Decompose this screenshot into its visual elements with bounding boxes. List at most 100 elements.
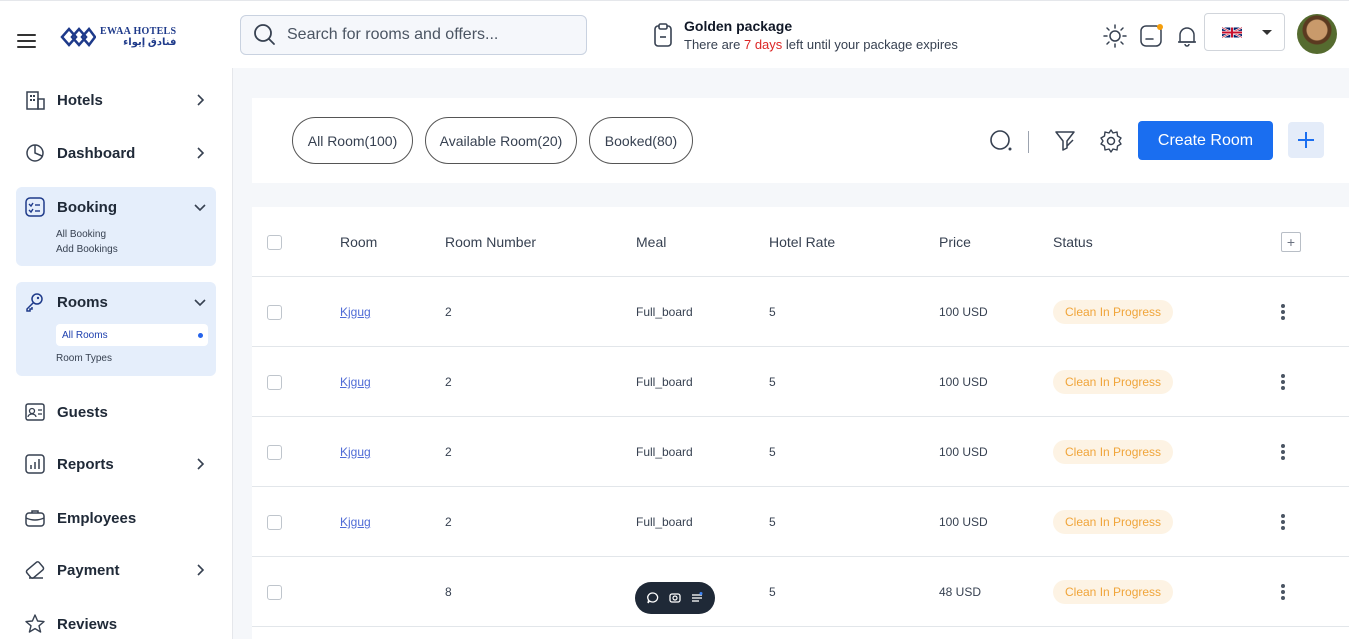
list-icon[interactable] [690,591,704,605]
col-meal[interactable]: Meal [636,207,666,277]
row-checkbox[interactable] [267,514,282,530]
search-bar[interactable] [240,15,587,55]
col-status[interactable]: Status [1053,207,1093,277]
gear-icon[interactable] [1098,128,1124,154]
price: 100 USD [939,515,988,529]
logo-text-ar: فنادق إيواء [123,37,177,48]
sun-icon[interactable] [1102,23,1128,49]
meal: Full_board [636,445,693,459]
room-number: 2 [445,375,452,389]
col-room-number[interactable]: Room Number [445,207,536,277]
sidebar-item-rooms[interactable]: Rooms [16,282,216,322]
menu-icon[interactable] [17,34,36,48]
col-price[interactable]: Price [939,207,971,277]
room-link[interactable]: Kjgug [340,445,371,459]
chevron-down-icon [1262,30,1272,35]
top-bar: EWAA HOTELS فنادق إيواء Golden package T… [0,0,1349,68]
table-row[interactable]: Kjgug 2 Full_board 5 100 USD Clean In Pr… [252,487,1349,557]
sidebar-item-booking[interactable]: Booking [16,187,216,227]
card-icon [25,561,45,579]
pie-chart-icon [26,144,44,162]
sidebar-item-guests[interactable]: Guests [16,392,216,432]
table-row[interactable]: Kjgug 2 Full_board 5 100 USD Clean In Pr… [252,277,1349,347]
more-icon[interactable] [1281,444,1285,460]
room-number: 8 [445,585,452,599]
meal: Full_board [636,515,693,529]
col-room[interactable]: Room [340,207,377,277]
room-link[interactable]: Kjgug [340,305,371,319]
row-checkbox[interactable] [267,444,282,460]
price: 100 USD [939,375,988,389]
more-icon[interactable] [1281,584,1285,600]
sidebar-sub-all-booking[interactable]: All Booking [56,227,216,242]
clipboard-icon [654,23,672,47]
filter-icon[interactable] [1052,128,1078,154]
meal: Full_board [636,305,693,319]
filter-bar: All Room(100) Available Room(20) Booked(… [252,98,1349,183]
sidebar-item-employees[interactable]: Employees [16,498,216,538]
sidebar-sub-room-types[interactable]: Room Types [56,351,216,366]
chevron-down-icon [194,204,206,212]
row-checkbox[interactable] [267,584,282,600]
package-notice: Golden package There are 7 days left unt… [653,18,958,52]
hotel-rate: 5 [769,585,776,599]
more-icon[interactable] [1281,374,1285,390]
filter-available-rooms[interactable]: Available Room(20) [425,117,577,164]
table-header: Room Room Number Meal Hotel Rate Price S… [252,207,1349,277]
sidebar-sub-add-bookings[interactable]: Add Bookings [56,242,216,257]
report-icon [25,454,45,474]
select-all-checkbox[interactable] [267,234,282,250]
logo-mark-icon [60,27,96,47]
sidebar-item-reviews[interactable]: Reviews [16,604,216,639]
more-icon[interactable] [1281,304,1285,320]
chevron-right-icon [197,147,205,159]
search-input[interactable] [287,26,567,44]
room-link[interactable]: Kjgug [340,375,371,389]
col-hotel-rate[interactable]: Hotel Rate [769,207,835,277]
filter-all-rooms[interactable]: All Room(100) [292,117,413,164]
row-checkbox[interactable] [267,304,282,320]
chat-icon[interactable] [1138,23,1164,49]
checklist-icon [25,197,45,217]
hotel-rate: 5 [769,445,776,459]
sidebar-item-dashboard[interactable]: Dashboard [16,133,216,173]
filter-booked[interactable]: Booked(80) [589,117,693,164]
status-badge: Clean In Progress [1053,300,1174,324]
comment-icon[interactable] [646,591,660,605]
sidebar-sub-all-rooms[interactable]: All Rooms [56,324,208,346]
hotel-rate: 5 [769,305,776,319]
chevron-down-icon [194,299,206,307]
avatar[interactable] [1297,14,1337,54]
status-badge: Clean In Progress [1053,370,1174,394]
table-row[interactable]: 8 5 48 USD Clean In Progress [252,557,1349,627]
bell-icon[interactable] [1174,23,1200,49]
price: 100 USD [939,445,988,459]
active-dot [198,333,203,338]
language-selector[interactable] [1204,13,1285,51]
table-row[interactable]: Kjgug 2 Full_board 5 100 USD Clean In Pr… [252,417,1349,487]
package-title: Golden package [684,18,793,34]
sidebar-item-hotels[interactable]: Hotels [16,80,216,120]
search-icon[interactable] [988,128,1014,154]
floating-toolbar [635,582,715,614]
add-button[interactable] [1288,122,1324,158]
sidebar-item-reports[interactable]: Reports [16,444,216,484]
more-icon[interactable] [1281,514,1285,530]
chevron-right-icon [197,564,205,576]
sidebar-item-payment[interactable]: Payment [16,550,216,590]
star-icon [25,614,45,633]
logo[interactable]: EWAA HOTELS فنادق إيواء [60,25,176,49]
search-icon [254,24,275,45]
add-column-button[interactable]: + [1281,232,1301,252]
sidebar-group-booking: Booking All Booking Add Bookings [16,187,216,266]
briefcase-icon [25,510,45,527]
table-row[interactable]: Kjgug 2 Full_board 5 100 USD Clean In Pr… [252,347,1349,417]
main-content: All Room(100) Available Room(20) Booked(… [233,68,1349,639]
hotel-rate: 5 [769,375,776,389]
status-badge: Clean In Progress [1053,440,1174,464]
room-link[interactable]: Kjgug [340,515,371,529]
screenshot-icon[interactable] [668,591,682,605]
room-number: 2 [445,305,452,319]
row-checkbox[interactable] [267,374,282,390]
create-room-button[interactable]: Create Room [1138,121,1273,160]
